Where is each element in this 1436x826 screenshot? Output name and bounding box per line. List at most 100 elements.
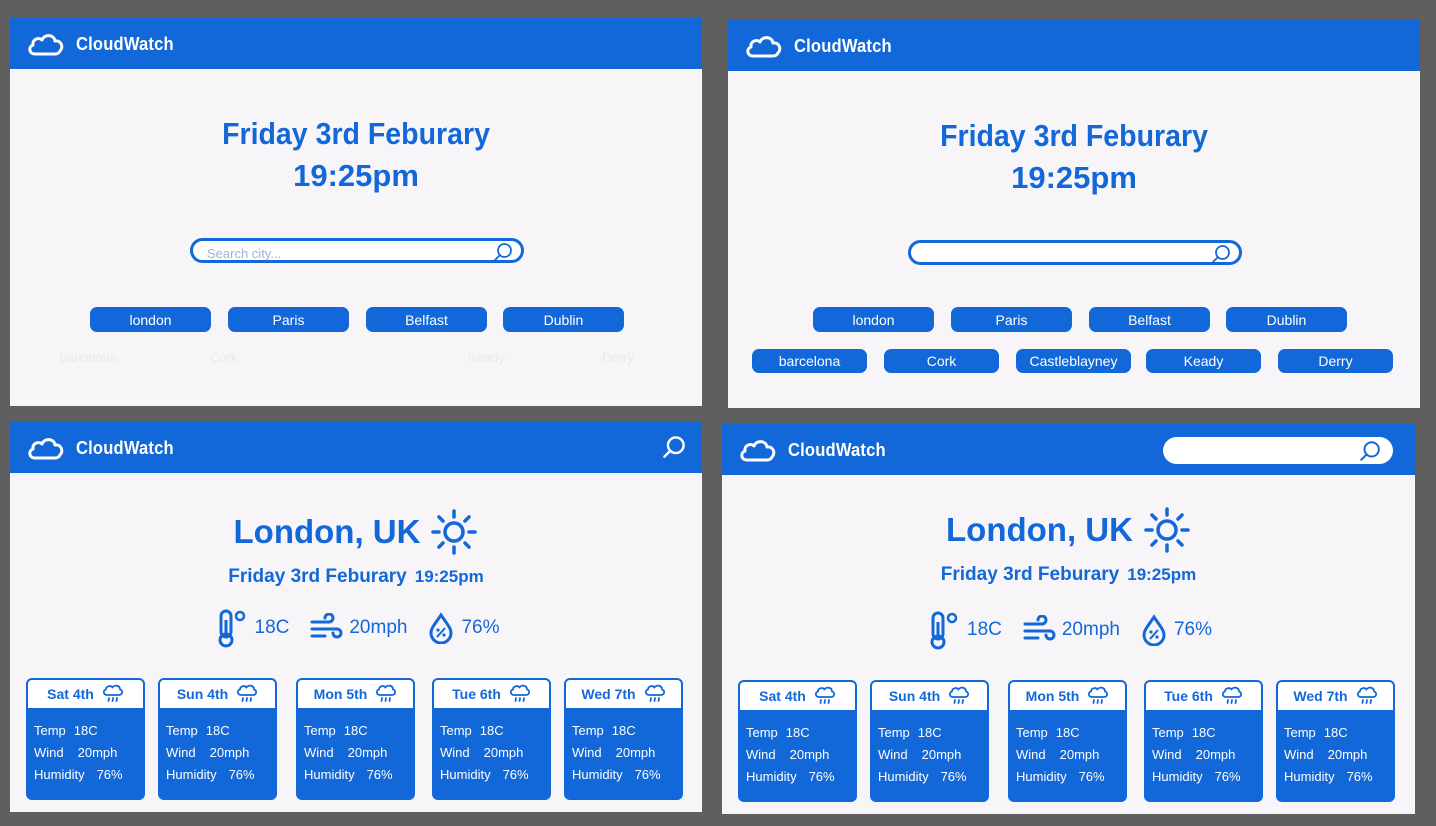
search-input[interactable] — [1175, 441, 1359, 461]
forecast-card-header: Wed 7th — [1278, 682, 1393, 710]
header-search-bar[interactable] — [1163, 437, 1393, 464]
forecast-day: Wed 7th — [581, 686, 636, 702]
brand[interactable]: CloudWatch — [26, 28, 182, 60]
wind-value: 20mph — [349, 617, 408, 638]
forecast-humidity-row: Humidity 76% — [34, 764, 143, 786]
weather-time: 19:25pm — [414, 567, 484, 586]
cloud-logo-icon — [746, 36, 782, 58]
forecast-temp-row: Temp 18C — [746, 722, 855, 744]
app-header: CloudWatch — [10, 422, 702, 473]
humidity-label: Humidity — [440, 767, 491, 782]
forecast-temp-row: Temp 18C — [34, 720, 143, 742]
current-time: 19:25pm — [293, 158, 419, 193]
brand[interactable]: CloudWatch — [744, 30, 900, 62]
forecast-card[interactable]: Sun 4th Temp 18C Wind 20mph Humidity 76% — [870, 680, 989, 802]
rain-cloud-icon — [1356, 686, 1377, 704]
city-chip-dublin[interactable]: Dublin — [1226, 307, 1347, 332]
temp-label: Temp — [1152, 725, 1184, 740]
forecast-card[interactable]: Sun 4th Temp 18C Wind 20mph Humidity 76% — [158, 678, 277, 800]
city-chip-belfast[interactable]: Belfast — [366, 307, 487, 332]
city-chip-barcelona[interactable]: barcelona — [752, 349, 867, 373]
location-row: London, UK — [722, 506, 1415, 554]
city-chip-london[interactable]: london — [813, 307, 934, 332]
city-chip-belfast[interactable]: Belfast — [1089, 307, 1210, 332]
forecast-card[interactable]: Wed 7th Temp 18C Wind 20mph Humidity 76% — [564, 678, 683, 800]
rain-cloud-icon — [509, 684, 530, 702]
search-input[interactable] — [923, 245, 1197, 265]
forecast-card[interactable]: Sat 4th Temp 18C Wind 20mph Humidity 76% — [738, 680, 857, 802]
humidity-value: 76% — [228, 767, 255, 782]
forecast-card[interactable]: Mon 5th Temp 18C Wind 20mph Humidity 76% — [296, 678, 415, 800]
humidity-label: Humidity — [166, 767, 217, 782]
forecast-humidity-row: Humidity 76% — [304, 764, 413, 786]
rain-cloud-icon — [644, 684, 665, 702]
wind-stat: 20mph — [309, 613, 407, 643]
search-icon[interactable] — [1211, 244, 1231, 264]
temp-value: 18C — [611, 723, 636, 738]
city-chip-derry[interactable]: Derry — [1278, 349, 1393, 373]
forecast-day: Sun 4th — [176, 686, 229, 702]
forecast-wind-row: Wind 20mph — [440, 742, 549, 764]
city-chip-castleblayney[interactable]: Castleblayney — [1016, 349, 1131, 373]
temp-value: 18C — [1055, 725, 1080, 740]
rain-cloud-icon — [376, 684, 397, 702]
forecast-card[interactable]: Sat 4th Temp 18C Wind 20mph Humidity 76% — [26, 678, 145, 800]
wind-value: 20mph — [1195, 747, 1236, 762]
humidity-value: 76% — [1173, 619, 1212, 640]
forecast-temp-row: Temp 18C — [1016, 722, 1125, 744]
forecast-humidity-row: Humidity 76% — [166, 764, 275, 786]
wind-icon — [310, 613, 343, 639]
search-icon[interactable] — [493, 242, 513, 262]
weather-time: 19:25pm — [1127, 565, 1197, 584]
search-icon[interactable] — [662, 435, 686, 459]
city-search-bar[interactable] — [908, 240, 1242, 265]
app-header: CloudWatch — [728, 20, 1420, 71]
temperature-stat: 18C — [213, 608, 289, 648]
forecast-humidity-row: Humidity 76% — [572, 764, 681, 786]
city-chip-london[interactable]: london — [90, 307, 211, 332]
forecast-card[interactable]: Mon 5th Temp 18C Wind 20mph Humidity 76% — [1008, 680, 1127, 802]
humidity-value: 76% — [1346, 769, 1373, 784]
temp-value: 18C — [343, 723, 368, 738]
city-search-bar[interactable] — [190, 238, 524, 263]
city-chip-paris[interactable]: Paris — [228, 307, 349, 332]
forecast-wind-row: Wind 20mph — [1152, 744, 1261, 766]
brand[interactable]: CloudWatch — [26, 432, 182, 464]
city-chip-paris[interactable]: Paris — [951, 307, 1072, 332]
wind-value: 20mph — [615, 745, 656, 760]
temperature-value: 18C — [967, 619, 1002, 640]
app-name: CloudWatch — [76, 437, 174, 458]
wind-label: Wind — [1152, 747, 1182, 762]
thermometer-icon — [930, 611, 958, 650]
humidity-label: Humidity — [1284, 769, 1335, 784]
humidity-label: Humidity — [1016, 769, 1067, 784]
ghost-chip-derry: Derry — [602, 350, 634, 365]
forecast-card[interactable]: Tue 6th Temp 18C Wind 20mph Humidity 76% — [432, 678, 551, 800]
humidity-label: Humidity — [34, 767, 85, 782]
current-stats: 18C 20mph 76% — [722, 610, 1415, 650]
search-input[interactable] — [205, 243, 479, 263]
search-icon[interactable] — [1359, 440, 1381, 462]
forecast-card[interactable]: Wed 7th Temp 18C Wind 20mph Humidity 76% — [1276, 680, 1395, 802]
forecast-temp-row: Temp 18C — [1152, 722, 1261, 744]
home-screen-panel: CloudWatch Friday 3rd Feburary 19:25pm l… — [10, 18, 702, 406]
temp-label: Temp — [878, 725, 910, 740]
humidity-label: Humidity — [572, 767, 623, 782]
brand[interactable]: CloudWatch — [738, 434, 894, 466]
wind-label: Wind — [1016, 747, 1046, 762]
forecast-day: Wed 7th — [1293, 688, 1348, 704]
forecast-card[interactable]: Tue 6th Temp 18C Wind 20mph Humidity 76% — [1144, 680, 1263, 802]
forecast-wind-row: Wind 20mph — [34, 742, 143, 764]
forecast-temp-row: Temp 18C — [440, 720, 549, 742]
cloud-logo-icon — [740, 440, 776, 462]
city-chip-cork[interactable]: Cork — [884, 349, 999, 373]
city-chip-keady[interactable]: Keady — [1146, 349, 1261, 373]
current-date: Friday 3rd Feburary — [222, 116, 490, 151]
forecast-day: Mon 5th — [1025, 688, 1080, 704]
wind-label: Wind — [878, 747, 908, 762]
city-chip-dublin[interactable]: Dublin — [503, 307, 624, 332]
temp-label: Temp — [440, 723, 472, 738]
wind-value: 20mph — [1059, 747, 1100, 762]
forecast-card-header: Sat 4th — [28, 680, 143, 708]
temp-value: 18C — [1323, 725, 1348, 740]
